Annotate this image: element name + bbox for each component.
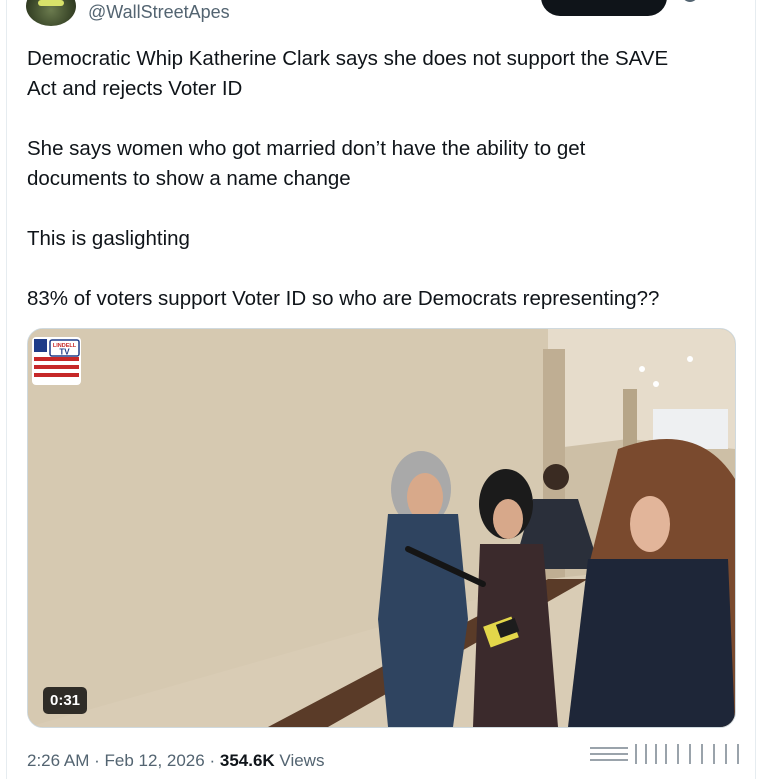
video-player[interactable] — [27, 328, 736, 728]
tweet-text: Democratic Whip Katherine Clark says she… — [27, 44, 727, 344]
views-label: Views — [279, 751, 325, 770]
tweet-paragraph-1: Democratic Whip Katherine Clark says she… — [27, 47, 669, 100]
video-duration: 0:31 — [43, 687, 88, 714]
video-frame — [28, 329, 735, 727]
more-icon[interactable] — [680, 0, 700, 8]
tweet-date[interactable]: Feb 12, 2026 — [105, 751, 205, 770]
lindell-tv-logo: LINDELL TV — [32, 337, 81, 385]
tweet-meta: 2:26 AM · Feb 12, 2026 · 354.6K Views — [27, 751, 324, 771]
tweet-paragraph-3: This is gaslighting — [27, 227, 190, 250]
tweet-paragraph-2: She says women who got married don’t hav… — [27, 137, 586, 190]
tweet-time[interactable]: 2:26 AM — [27, 751, 89, 770]
subscribe-button[interactable] — [541, 0, 667, 16]
tweet-paragraph-4: 83% of voters support Voter ID so who ar… — [27, 287, 660, 310]
author-handle[interactable]: @WallStreetApes — [88, 2, 230, 23]
avatar-eyes — [38, 0, 64, 6]
meta-separator: · — [94, 751, 100, 770]
meta-separator: · — [209, 751, 216, 770]
svg-text:TV: TV — [59, 348, 70, 357]
watermark-icon — [590, 744, 739, 764]
views-count: 354.6K — [219, 751, 275, 770]
